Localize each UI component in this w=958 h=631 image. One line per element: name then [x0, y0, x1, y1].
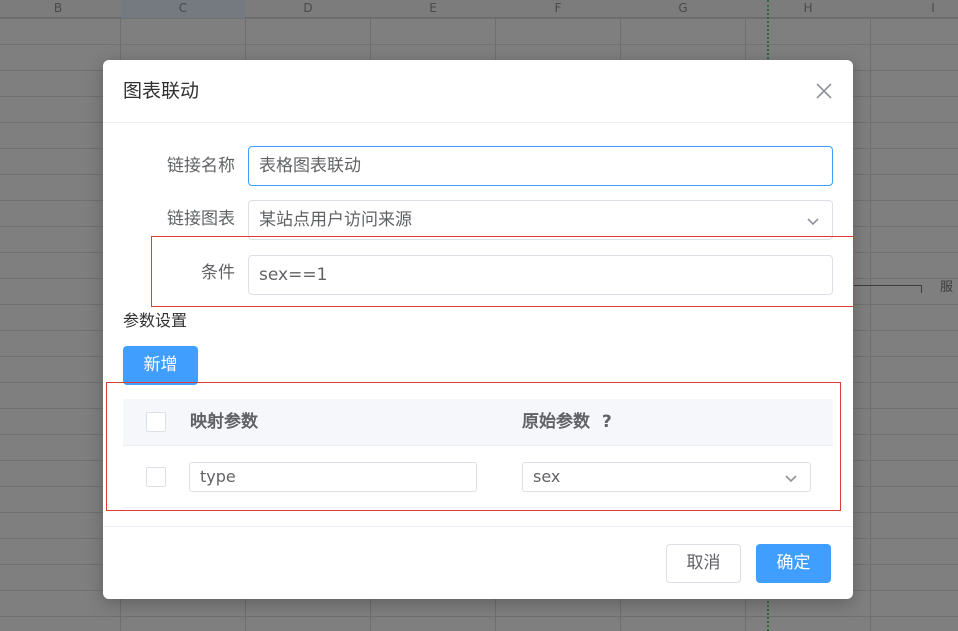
link-chart-select[interactable]: 某站点用户访问来源	[248, 200, 833, 240]
add-param-button[interactable]: 新增	[123, 346, 198, 385]
original-param-value: sex	[533, 467, 561, 486]
row-checkbox[interactable]	[146, 467, 166, 487]
condition-label: 条件	[201, 263, 235, 283]
connector-bracket	[854, 285, 922, 293]
condition-input[interactable]: sex==1	[248, 255, 833, 295]
help-icon[interactable]: ?	[602, 412, 612, 432]
cell-text-fragment: 服	[940, 280, 954, 295]
link-name-label: 链接名称	[167, 156, 235, 176]
close-icon[interactable]	[813, 80, 835, 102]
column-header-bar: B C D E F G H I	[0, 0, 958, 18]
chart-linkage-dialog: 图表联动 链接名称 表格图表联动 链接图表 某站点用户访问来源 条件 sex==…	[103, 60, 854, 599]
confirm-button[interactable]: 确定	[756, 544, 831, 583]
cancel-button[interactable]: 取消	[666, 544, 741, 583]
table-row: type sex	[123, 446, 833, 508]
column-label-d[interactable]: D	[298, 1, 318, 15]
original-param-header: 原始参数 ?	[522, 411, 612, 433]
column-label-g[interactable]: G	[673, 1, 693, 15]
column-label-e[interactable]: E	[423, 1, 443, 15]
original-param-header-label: 原始参数	[522, 412, 590, 432]
column-label-b[interactable]: B	[48, 1, 68, 15]
dialog-title: 图表联动	[123, 80, 200, 102]
column-label-c[interactable]: C	[173, 1, 193, 15]
footer-divider	[103, 526, 853, 527]
column-label-f[interactable]: F	[548, 1, 568, 15]
params-table-header: 映射参数 原始参数 ?	[123, 399, 833, 446]
mapped-param-header: 映射参数	[190, 412, 258, 432]
params-section-title: 参数设置	[123, 311, 188, 330]
original-param-select[interactable]: sex	[522, 462, 811, 492]
chevron-down-icon	[785, 475, 797, 483]
mapped-param-input[interactable]: type	[189, 462, 477, 492]
dialog-header: 图表联动	[103, 60, 853, 123]
column-label-i[interactable]: I	[923, 1, 943, 15]
link-name-input[interactable]: 表格图表联动	[248, 146, 833, 186]
link-chart-label: 链接图表	[167, 209, 235, 229]
column-label-h[interactable]: H	[798, 1, 818, 15]
chevron-down-icon	[807, 218, 819, 226]
select-all-checkbox[interactable]	[146, 412, 166, 432]
link-chart-selected-value: 某站点用户访问来源	[259, 210, 412, 230]
